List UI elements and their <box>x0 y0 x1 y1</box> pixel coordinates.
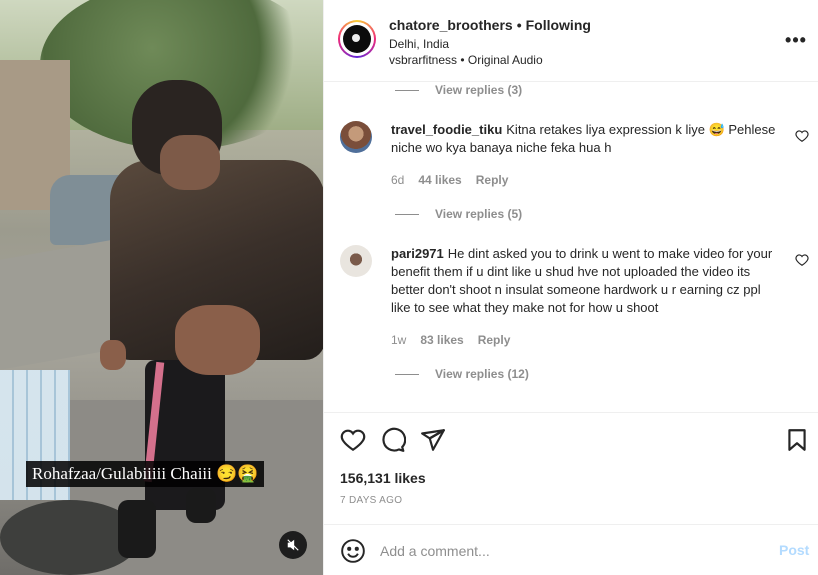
like-comment-heart-icon[interactable] <box>795 253 809 267</box>
video-caption: Rohafzaa/Gulabiiiii Chaiii 😏🤮 <box>26 461 265 487</box>
like-heart-icon[interactable] <box>340 427 366 453</box>
audio-user-link[interactable]: vsbrarfitness <box>389 53 457 67</box>
following-button[interactable]: Following <box>526 17 591 33</box>
username-link[interactable]: chatore_broothers <box>389 17 513 33</box>
reply-button[interactable]: Reply <box>478 333 511 347</box>
video-person-hand-left <box>100 340 126 370</box>
commenter-avatar[interactable] <box>340 121 372 153</box>
like-comment-heart-icon[interactable] <box>795 129 809 143</box>
header-separator: • <box>516 17 522 33</box>
commenter-avatar[interactable] <box>340 245 372 277</box>
reply-button[interactable]: Reply <box>476 173 509 187</box>
audio-line: vsbrarfitness • Original Audio <box>389 53 543 67</box>
video-shoe <box>186 488 216 523</box>
view-replies-button[interactable]: View replies (12) <box>395 367 529 381</box>
post-details-panel: chatore_broothers • Following Delhi, India… <box>323 0 818 575</box>
post-actions: 156,131 likes 7 DAYS AGO <box>324 412 818 524</box>
post-comment-button[interactable]: Post <box>779 542 809 558</box>
video-person-face <box>160 135 220 190</box>
video-stall <box>0 240 110 370</box>
post-header: chatore_broothers • Following Delhi, India… <box>324 0 818 82</box>
add-comment-bar: Post <box>324 524 818 575</box>
replies-line <box>395 89 419 91</box>
comment-age[interactable]: 1w <box>391 333 406 347</box>
view-replies-button[interactable]: View replies (5) <box>395 207 522 221</box>
profile-avatar[interactable] <box>338 20 376 58</box>
comment-bubble-icon[interactable] <box>380 427 406 453</box>
replies-line <box>395 213 419 215</box>
commenter-username[interactable]: pari2971 <box>391 246 444 261</box>
audio-separator: • <box>460 53 465 67</box>
save-bookmark-icon[interactable] <box>784 427 810 453</box>
comment-meta: 6d 44 likes Reply <box>391 173 508 187</box>
header-username-line: chatore_broothers • Following <box>389 17 591 33</box>
comment-meta: 1w 83 likes Reply <box>391 333 510 347</box>
view-replies-label: View replies (5) <box>435 207 523 221</box>
view-replies-label: View replies (12) <box>435 367 529 381</box>
view-replies-label: View replies (3) <box>435 83 523 97</box>
emoji-smiley-icon[interactable] <box>340 538 366 564</box>
speaker-muted-icon <box>287 539 299 551</box>
replies-line <box>395 373 419 375</box>
comment-age[interactable]: 6d <box>391 173 404 187</box>
more-options-icon[interactable]: ••• <box>784 30 808 50</box>
location-link[interactable]: Delhi, India <box>389 37 449 51</box>
comment-text: travel_foodie_tiku Kitna retakes liya exp… <box>391 121 781 157</box>
comment-body: He dint asked you to drink u went to mak… <box>391 246 773 315</box>
comment-likes[interactable]: 44 likes <box>418 173 461 187</box>
share-paper-plane-icon[interactable] <box>420 427 446 453</box>
comment-input[interactable] <box>380 540 760 562</box>
comment-text: pari2971 He dint asked you to drink u wen… <box>391 245 781 317</box>
commenter-username[interactable]: travel_foodie_tiku <box>391 122 502 137</box>
video-person-hand <box>175 305 260 375</box>
post-date: 7 DAYS AGO <box>340 495 403 506</box>
mute-button[interactable] <box>279 531 307 559</box>
post-video[interactable]: Rohafzaa/Gulabiiiii Chaiii 😏🤮 <box>0 0 323 575</box>
comments-list[interactable]: View replies (3) travel_foodie_tiku Kitna… <box>324 83 818 412</box>
audio-link[interactable]: Original Audio <box>468 53 543 67</box>
video-shoe <box>118 500 156 558</box>
comment-likes[interactable]: 83 likes <box>420 333 463 347</box>
view-replies-button[interactable]: View replies (3) <box>395 83 522 97</box>
likes-count[interactable]: 156,131 likes <box>340 470 426 486</box>
